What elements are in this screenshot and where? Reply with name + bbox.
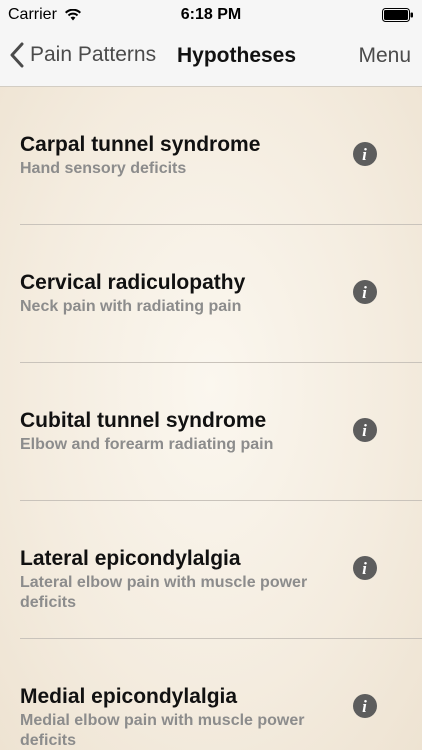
item-title: Lateral epicondylalgia — [20, 547, 241, 570]
item-title: Cubital tunnel syndrome — [20, 409, 267, 432]
list-item[interactable]: Cervical radiculopathy Neck pain with ra… — [20, 225, 422, 363]
hypotheses-list: Carpal tunnel syndrome Hand sensory defi… — [0, 87, 422, 750]
menu-button[interactable]: Menu — [358, 44, 411, 68]
list-item[interactable]: Medial epicondylalgia Medial elbow pain … — [20, 639, 422, 750]
status-bar: Carrier 6:18 PM — [0, 0, 422, 30]
info-icon[interactable]: i — [353, 280, 377, 304]
info-icon[interactable]: i — [353, 556, 377, 580]
info-icon[interactable]: i — [353, 694, 377, 718]
page-title: Hypotheses — [177, 44, 297, 67]
item-subtitle: Neck pain with radiating pain — [20, 298, 242, 315]
list-item[interactable]: Carpal tunnel syndrome Hand sensory defi… — [20, 87, 422, 225]
navigation-bar: Pain Patterns Hypotheses Menu — [0, 30, 422, 87]
item-title: Medial epicondylalgia — [20, 685, 238, 708]
battery-icon — [382, 8, 414, 27]
info-glyph: i — [362, 144, 367, 164]
item-subtitle: Elbow and forearm radiating pain — [20, 436, 274, 453]
info-glyph: i — [362, 420, 367, 440]
info-icon[interactable]: i — [353, 418, 377, 442]
info-glyph: i — [362, 558, 367, 578]
back-button[interactable]: Pain Patterns — [10, 42, 156, 68]
status-time: 6:18 PM — [180, 6, 242, 23]
info-icon[interactable]: i — [353, 142, 377, 166]
item-subtitle: Lateral elbow pain with muscle power def… — [20, 574, 308, 611]
item-subtitle: Hand sensory deficits — [20, 160, 187, 177]
back-label: Pain Patterns — [30, 43, 157, 66]
item-subtitle: Medial elbow pain with muscle power defi… — [20, 712, 305, 749]
list-item[interactable]: Lateral epicondylalgia Lateral elbow pai… — [20, 501, 422, 639]
info-glyph: i — [362, 282, 367, 302]
info-glyph: i — [362, 696, 367, 716]
item-title: Carpal tunnel syndrome — [20, 133, 261, 156]
chevron-left-icon — [10, 42, 24, 68]
list-item[interactable]: Cubital tunnel syndrome Elbow and forear… — [20, 363, 422, 501]
item-title: Cervical radiculopathy — [20, 271, 246, 294]
